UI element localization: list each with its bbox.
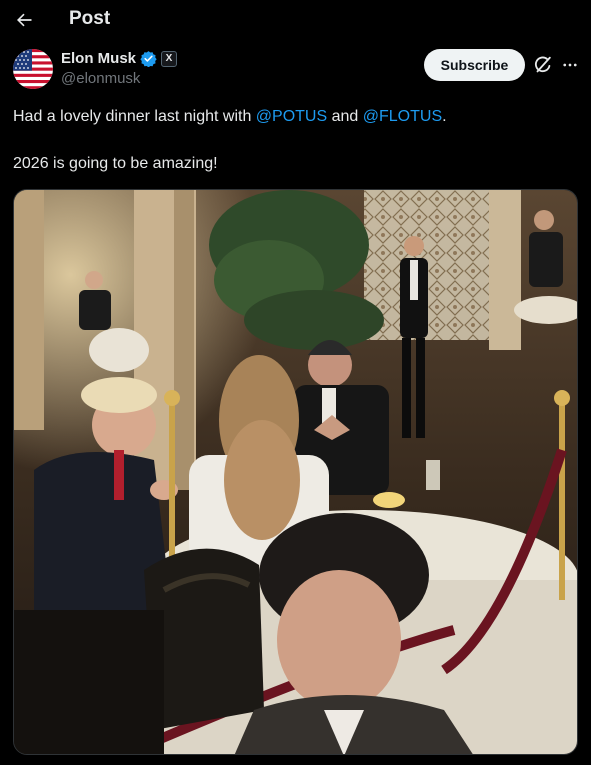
post-text-part: Had a lovely dinner last night with bbox=[13, 108, 256, 125]
name-row: Elon Musk X bbox=[61, 50, 178, 67]
grok-button[interactable] bbox=[532, 54, 554, 76]
page-title: Post bbox=[69, 8, 111, 29]
mention-potus[interactable]: @POTUS bbox=[256, 108, 327, 125]
top-bar: Post bbox=[0, 0, 591, 40]
post-text-part: and bbox=[327, 108, 363, 125]
post-photo[interactable] bbox=[13, 189, 578, 755]
post-text: Had a lovely dinner last night with @POT… bbox=[13, 106, 578, 128]
post-author: Elon Musk X @elonmusk bbox=[13, 47, 413, 91]
mention-flotus[interactable]: @FLOTUS bbox=[363, 108, 442, 125]
back-button[interactable] bbox=[10, 6, 38, 34]
handle[interactable]: @elonmusk bbox=[61, 70, 140, 87]
verified-badge-icon[interactable] bbox=[140, 50, 157, 67]
avatar[interactable] bbox=[13, 49, 53, 89]
post-text-line-2: 2026 is going to be amazing! bbox=[13, 155, 218, 172]
dinner-scene-photo bbox=[14, 190, 577, 754]
affiliate-badge[interactable]: X bbox=[161, 50, 178, 67]
more-dots-icon bbox=[563, 63, 577, 67]
more-button[interactable] bbox=[559, 54, 581, 76]
subscribe-button[interactable]: Subscribe bbox=[424, 49, 525, 81]
grok-icon bbox=[534, 56, 551, 73]
display-name[interactable]: Elon Musk bbox=[61, 50, 136, 67]
post-text-part: . bbox=[442, 108, 447, 125]
arrow-left-icon bbox=[17, 13, 32, 27]
